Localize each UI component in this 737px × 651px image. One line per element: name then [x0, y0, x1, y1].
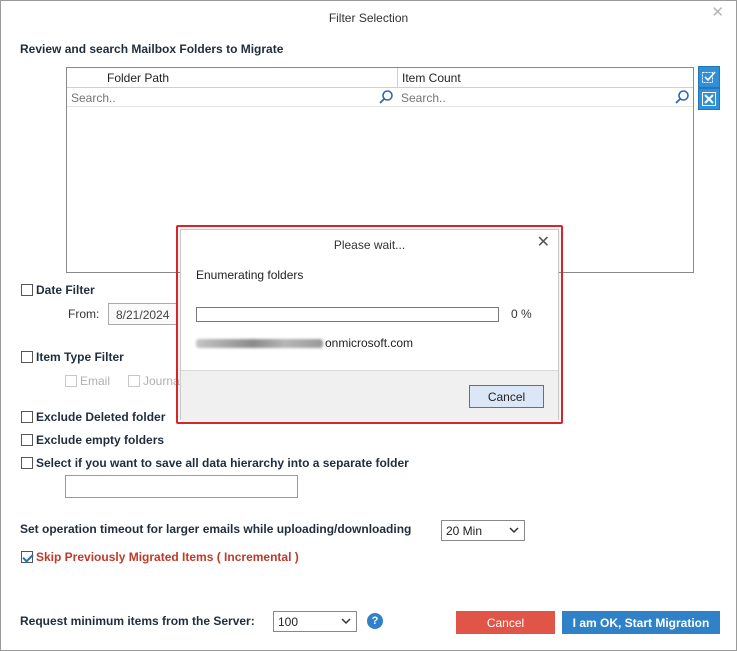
- exclude-empty-checkbox[interactable]: Exclude empty folders: [21, 433, 164, 447]
- folder-path-search-cell: [67, 88, 377, 107]
- column-folder-path[interactable]: Folder Path: [107, 71, 169, 85]
- select-all-icon: [702, 71, 716, 83]
- item-type-filter-label: Item Type Filter: [36, 350, 124, 364]
- account-address: onmicrosoft.com: [196, 336, 413, 350]
- chevron-down-icon: [509, 527, 519, 534]
- separate-folder-label: Select if you want to save all data hier…: [36, 456, 409, 470]
- progress-percent: 0 %: [511, 307, 532, 321]
- progress-bar: [196, 307, 499, 322]
- date-filter-checkbox[interactable]: Date Filter: [21, 283, 95, 297]
- date-filter-box[interactable]: [21, 284, 33, 296]
- request-items-value: 100: [278, 615, 299, 629]
- timeout-label: Set operation timeout for larger emails …: [20, 522, 412, 536]
- item-type-filter-checkbox[interactable]: Item Type Filter: [21, 350, 124, 364]
- dialog-message: Enumerating folders: [196, 268, 304, 282]
- dialog-footer: Cancel: [181, 370, 558, 421]
- column-divider: [397, 68, 398, 88]
- exclude-deleted-label: Exclude Deleted folder: [36, 410, 166, 424]
- request-items-label: Request minimum items from the Server:: [20, 614, 255, 628]
- from-label: From:: [68, 307, 100, 321]
- item-count-search-input[interactable]: [397, 88, 672, 107]
- email-type-label: Email: [80, 374, 111, 388]
- separate-folder-name-input[interactable]: [65, 475, 298, 498]
- window-close-icon[interactable]: ✕: [711, 5, 724, 21]
- cancel-button[interactable]: Cancel: [456, 611, 555, 634]
- start-migration-button[interactable]: I am OK, Start Migration: [562, 611, 720, 634]
- exclude-empty-box[interactable]: [21, 434, 33, 446]
- incremental-box[interactable]: [21, 551, 33, 563]
- folders-heading: Review and search Mailbox Folders to Mig…: [20, 42, 284, 56]
- grid-search-row: [67, 88, 693, 107]
- search-icon[interactable]: [674, 89, 690, 105]
- search-icon[interactable]: [378, 89, 394, 105]
- grid-header: Folder Path Item Count: [67, 68, 693, 88]
- folder-path-search-input[interactable]: [67, 88, 377, 107]
- window-title: Filter Selection: [328, 11, 409, 25]
- please-wait-dialog: Please wait... ✕ Enumerating folders 0 %…: [180, 229, 559, 421]
- chevron-down-icon: [341, 618, 351, 625]
- request-items-select[interactable]: 100: [273, 611, 357, 632]
- date-filter-label: Date Filter: [36, 283, 95, 297]
- journal-type-checkbox[interactable]: Journal: [128, 374, 182, 388]
- timeout-select[interactable]: 20 Min: [441, 520, 525, 541]
- email-type-checkbox[interactable]: Email: [65, 374, 110, 388]
- timeout-value: 20 Min: [446, 524, 483, 538]
- redacted-text: [196, 338, 323, 348]
- exclude-empty-label: Exclude empty folders: [36, 433, 165, 447]
- separate-folder-box[interactable]: [21, 457, 33, 469]
- incremental-checkbox[interactable]: Skip Previously Migrated Items ( Increme…: [21, 550, 299, 564]
- select-all-button[interactable]: [698, 66, 720, 88]
- deselect-all-icon: [702, 92, 716, 106]
- column-item-count[interactable]: Item Count: [402, 71, 461, 85]
- separate-folder-checkbox[interactable]: Select if you want to save all data hier…: [21, 456, 409, 470]
- exclude-deleted-box[interactable]: [21, 411, 33, 423]
- item-count-search-cell: [397, 88, 672, 107]
- account-domain: onmicrosoft.com: [325, 336, 414, 350]
- help-icon[interactable]: ?: [367, 613, 383, 629]
- dialog-title: Please wait...: [333, 238, 406, 252]
- deselect-all-button[interactable]: [698, 88, 720, 110]
- from-date-field[interactable]: 8/21/2024: [108, 303, 178, 325]
- email-type-box[interactable]: [65, 375, 77, 387]
- item-type-filter-box[interactable]: [21, 351, 33, 363]
- exclude-deleted-checkbox[interactable]: Exclude Deleted folder: [21, 410, 165, 424]
- dialog-close-icon[interactable]: ✕: [537, 232, 550, 252]
- journal-type-box[interactable]: [128, 375, 140, 387]
- dialog-cancel-button[interactable]: Cancel: [469, 385, 544, 408]
- incremental-label: Skip Previously Migrated Items ( Increme…: [36, 550, 299, 564]
